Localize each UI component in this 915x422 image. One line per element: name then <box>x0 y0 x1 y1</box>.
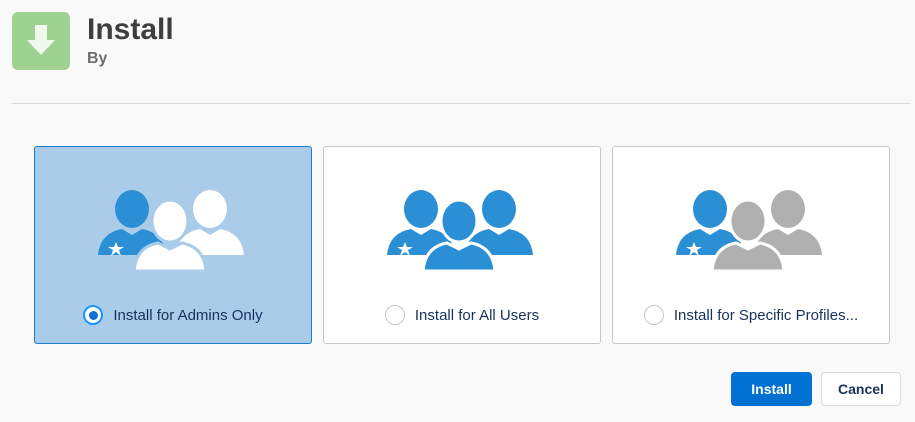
install-button[interactable]: Install <box>731 372 812 406</box>
option-specific-profiles[interactable]: Install for Specific Profiles... <box>612 146 890 344</box>
option-all-users[interactable]: Install for All Users <box>323 146 601 344</box>
option-label: Install for Specific Profiles... <box>673 306 859 324</box>
page-subtitle: By <box>87 50 108 67</box>
page-title: Install <box>87 13 174 46</box>
page-header: Install By <box>12 12 174 72</box>
radio-specific-profiles[interactable] <box>643 305 664 325</box>
install-options: Install for Admins Only Install for All … <box>34 146 890 344</box>
header-divider <box>12 103 911 104</box>
option-label: Install for Admins Only <box>113 306 263 324</box>
download-arrow-icon <box>12 12 70 70</box>
option-admins-only[interactable]: Install for Admins Only <box>34 146 312 344</box>
option-label: Install for All Users <box>414 306 540 324</box>
admin-users-icon <box>98 190 244 273</box>
radio-all-users[interactable] <box>384 305 405 325</box>
cancel-button[interactable]: Cancel <box>821 372 901 406</box>
all-users-icon <box>387 190 533 273</box>
radio-admins-only[interactable] <box>83 305 104 325</box>
specific-profiles-icon <box>676 190 822 273</box>
